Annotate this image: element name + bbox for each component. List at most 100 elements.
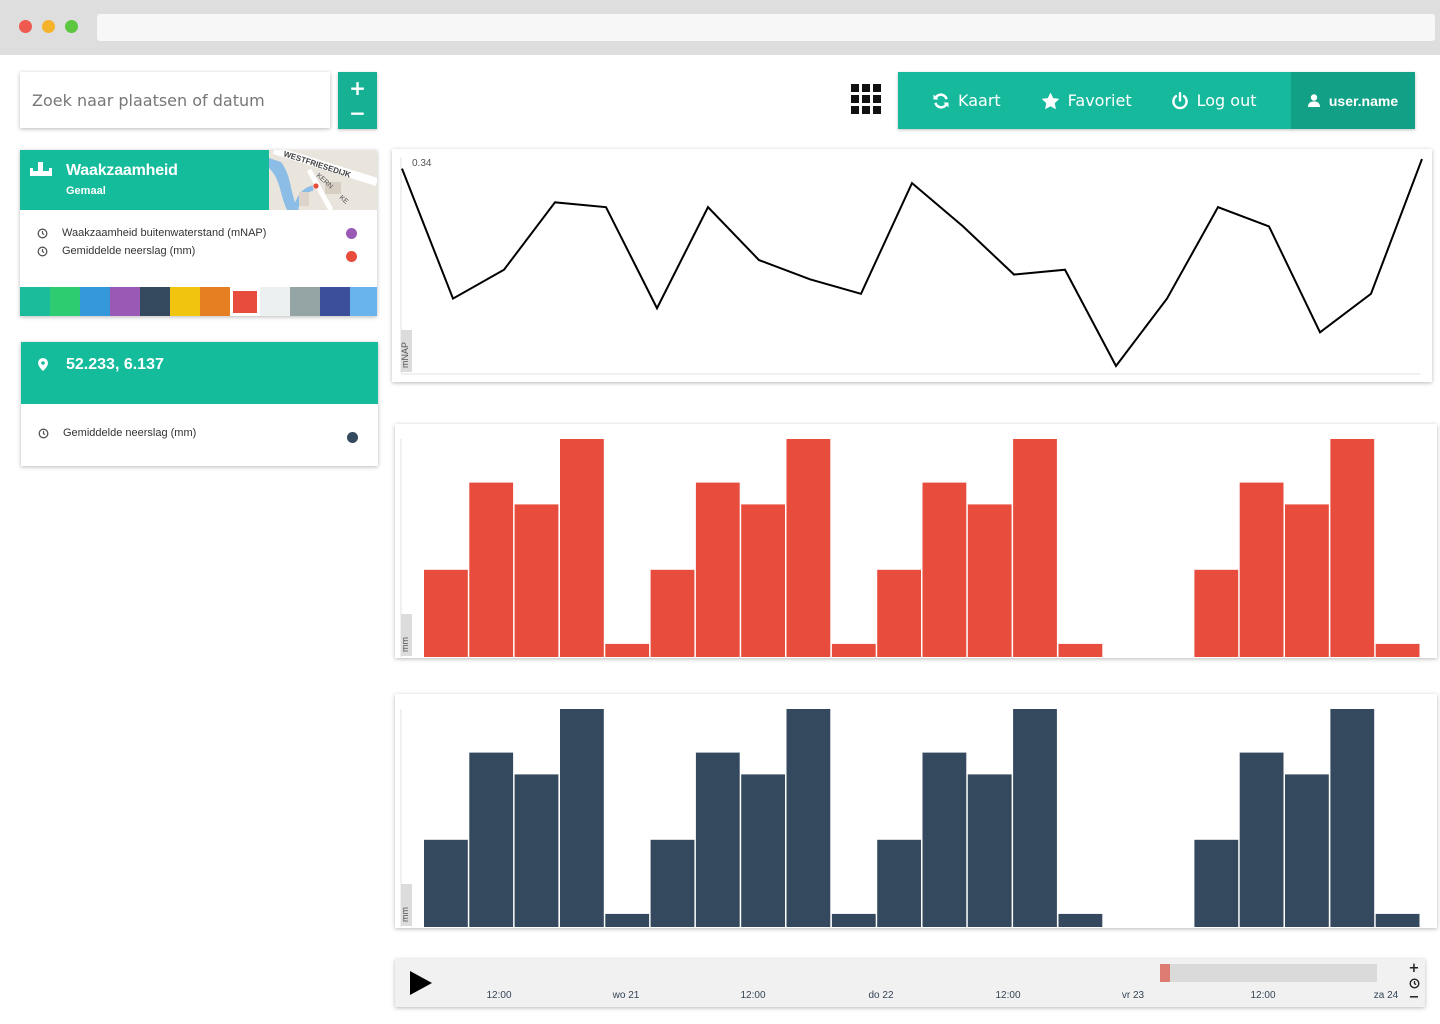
bar[interactable] [560,439,604,657]
play-icon[interactable] [410,971,432,1000]
bar[interactable] [695,752,740,927]
asset-card-header[interactable]: Waakzaamheid Gemaal [20,150,269,210]
bar[interactable] [560,709,604,927]
color-swatch[interactable] [110,287,140,316]
window-maximize-button[interactable] [65,20,78,33]
color-palette [20,287,377,316]
bar[interactable] [469,482,514,657]
bar[interactable] [514,504,559,657]
bar[interactable] [605,913,650,927]
nav-kaart-button[interactable]: Kaart [932,72,1001,129]
neerslag-bar-chart-blue: mm [395,694,1437,928]
series-color-dot[interactable] [346,227,357,239]
bar[interactable] [1375,913,1420,927]
bar[interactable] [967,504,1012,657]
bar[interactable] [1058,643,1103,657]
bar[interactable] [1013,709,1057,927]
pump-station-icon [30,162,52,185]
location-pin-icon [38,358,48,376]
bar[interactable] [514,774,559,927]
bar[interactable] [424,569,468,657]
series-row-neerslag[interactable]: Gemiddelde neerslag (mm) [37,245,357,262]
asset-title: Waakzaamheid [66,162,178,179]
bar[interactable] [1285,504,1329,657]
asset-subtitle: Gemaal [66,185,106,197]
bar-chart-svg [400,709,1420,927]
color-swatch[interactable] [20,287,50,316]
color-swatch[interactable] [140,287,170,316]
timeline-tick: 12:00 [1250,990,1276,1001]
nav-logout-button[interactable]: Log out [1171,72,1256,129]
user-icon [1307,94,1320,107]
bar[interactable] [469,752,514,927]
bar[interactable] [650,569,695,657]
user-menu-button[interactable]: user.name [1291,72,1415,129]
series-color-dot[interactable] [347,432,358,443]
bar[interactable] [1330,439,1375,657]
bar[interactable] [1013,439,1057,657]
timeline-range-track[interactable] [1160,964,1377,982]
series-row-waterstand[interactable]: Waakzaamheid buitenwaterstand (mNAP) [37,227,357,239]
nav-favoriet-label: Favoriet [1067,91,1132,110]
bar[interactable] [831,913,876,927]
bar[interactable] [1285,774,1329,927]
neerslag-bar-chart-red: mm [395,424,1437,658]
bar[interactable] [695,482,740,657]
window-minimize-button[interactable] [42,20,55,33]
bar[interactable] [1194,839,1239,927]
search-input[interactable] [32,90,330,110]
browser-chrome [0,0,1440,55]
timeline-tick: 12:00 [995,990,1021,1001]
y-axis-max-label: 0.34 [412,158,432,169]
bar[interactable] [1239,482,1284,657]
bar[interactable] [1194,569,1239,657]
color-swatch[interactable] [290,287,320,316]
location-card-header[interactable]: 52.233, 6.137 [21,342,378,404]
asset-map-thumbnail[interactable]: WESTFRIESEDIJK KERN KE [269,150,377,210]
user-name: user.name [1328,92,1399,109]
nav-kaart-label: Kaart [958,91,1001,110]
color-swatch[interactable] [320,287,350,316]
bar[interactable] [786,709,831,927]
bar[interactable] [831,643,876,657]
color-swatch[interactable] [200,287,230,316]
apps-grid-icon[interactable] [851,84,881,114]
color-swatch[interactable] [50,287,80,316]
bar[interactable] [786,439,831,657]
bar[interactable] [1058,913,1103,927]
asset-card: Waakzaamheid Gemaal WESTFRIESEDIJK KERN … [20,150,377,316]
series-row-neerslag[interactable]: Gemiddelde neerslag (mm) [38,427,358,443]
bar[interactable] [877,839,921,927]
timeline-zoom-out-button[interactable]: − [1409,991,1420,1004]
timeline[interactable]: 12:00 wo 21 12:00 do 22 12:00 vr 23 12:0… [395,959,1425,1007]
nav-favoriet-button[interactable]: Favoriet [1041,72,1132,129]
bar[interactable] [922,482,967,657]
timeline-range-handle[interactable] [1160,964,1170,982]
bar[interactable] [1375,643,1420,657]
color-swatch[interactable] [80,287,110,316]
bar[interactable] [967,774,1012,927]
bar[interactable] [741,504,785,657]
bar[interactable] [1239,752,1284,927]
zoom-out-button[interactable]: − [349,103,366,123]
bar[interactable] [605,643,650,657]
clock-icon[interactable] [1408,977,1420,989]
series-color-dot[interactable] [346,251,357,262]
bar[interactable] [1330,709,1375,927]
bar[interactable] [922,752,967,927]
timeline-zoom-in-button[interactable]: + [1409,962,1420,975]
color-swatch[interactable] [350,287,377,316]
zoom-in-button[interactable]: + [349,78,366,98]
bar[interactable] [650,839,695,927]
bar[interactable] [741,774,785,927]
line-series[interactable] [401,158,1423,368]
address-bar[interactable] [97,14,1435,41]
series-label: Gemiddelde neerslag (mm) [63,427,197,439]
timeline-tick: do 22 [868,990,894,1001]
color-swatch[interactable] [170,287,200,316]
color-swatch[interactable] [260,287,290,316]
bar[interactable] [424,839,468,927]
color-swatch[interactable] [230,287,260,316]
bar[interactable] [877,569,921,657]
window-close-button[interactable] [19,20,32,33]
